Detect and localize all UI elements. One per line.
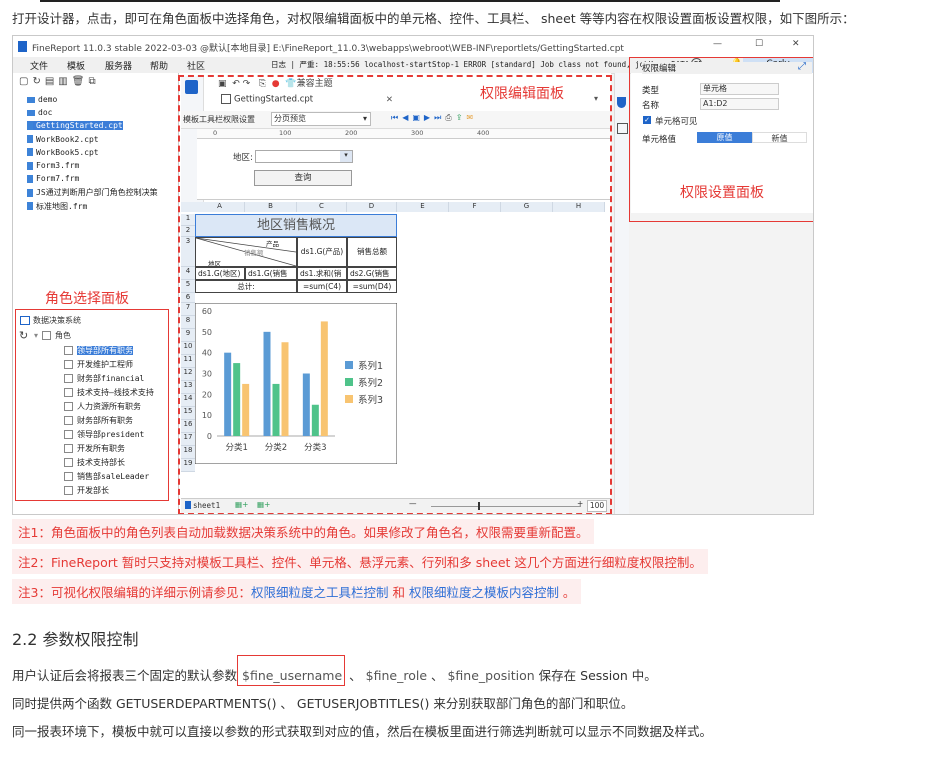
open-icon[interactable]: ▢	[19, 76, 32, 87]
maximize-button[interactable]: ☐	[755, 39, 763, 49]
role-item[interactable]: 财务部financial	[64, 373, 144, 384]
link-toolbar-control[interactable]: 权限细粒度之工具栏控制	[251, 585, 389, 600]
role-checkbox[interactable]	[64, 374, 73, 383]
role-group-checkbox[interactable]	[42, 331, 52, 340]
designer-screenshot: FineReport 11.0.3 stable 2022-03-03 @默认[…	[12, 35, 814, 515]
param-fine-role: $fine_role	[361, 668, 428, 683]
role-group[interactable]: ▾ 角色	[34, 330, 71, 341]
role-checkbox[interactable]	[64, 444, 73, 453]
file-icon	[27, 161, 33, 170]
collapse-icon[interactable]: ▾	[34, 331, 38, 340]
menu-file[interactable]: 文件	[30, 59, 48, 72]
role-item[interactable]: 开发维护工程师	[64, 359, 133, 370]
visible-checkbox[interactable]: ✓	[643, 116, 651, 124]
note-3: 注3：可视化权限编辑的详细示例请参见：权限细粒度之工具栏控制 和 权限细粒度之模…	[12, 579, 582, 604]
top-divider	[40, 0, 780, 2]
role-checkbox[interactable]	[64, 416, 73, 425]
role-item[interactable]: 领导部president	[64, 429, 144, 440]
file-tree-item[interactable]: GettingStarted.cpt	[27, 121, 123, 131]
paragraph-3: 同一报表环境下，模板中就可以直接以参数的形式获取到对应的值，然后在模板里面进行筛…	[12, 724, 713, 739]
role-checkbox[interactable]	[64, 458, 73, 467]
name-label: 名称	[642, 101, 660, 111]
paragraph-1: 用户认证后会将报表三个固定的默认参数 $fine_username 、 $fin…	[12, 655, 657, 686]
file-tree-item[interactable]: WorkBook5.cpt	[27, 148, 99, 157]
name-value: A1:D2	[700, 98, 779, 110]
intro-text: 打开设计器，点击，即可在角色面板中选择角色，对权限编辑面板中的单元格、控件、工具…	[12, 11, 855, 26]
new-icon[interactable]: ▤	[45, 76, 58, 87]
folder-icon	[27, 109, 35, 116]
role-system[interactable]: 数据决策系统	[20, 315, 81, 326]
file-tree-item[interactable]: doc	[27, 108, 52, 117]
copy-icon[interactable]: ⧉	[88, 76, 99, 87]
right-side-strip	[614, 73, 629, 514]
file-tree-item[interactable]: WorkBook2.cpt	[27, 135, 99, 144]
role-panel-label: 角色选择面板	[45, 291, 129, 307]
role-checkbox[interactable]	[64, 346, 73, 355]
role-item[interactable]: 财务部所有职务	[64, 415, 133, 426]
value-label: 单元格值	[642, 135, 677, 145]
role-item[interactable]: 领导部所有职务	[64, 345, 133, 356]
file-tree-item[interactable]: 标准地图.frm	[27, 201, 87, 212]
refresh-icon[interactable]: ↻	[32, 76, 44, 87]
file-icon	[27, 202, 33, 211]
close-button[interactable]: ✕	[792, 39, 800, 49]
permission-panel-label: 权限设置面板	[680, 185, 764, 201]
file-tree-item[interactable]: Form3.frm	[27, 161, 79, 170]
paragraph-2: 同时提供两个函数 GETUSERDEPARTMENTS() 、 GETUSERJ…	[12, 696, 634, 711]
role-item[interactable]: 技术支持部长	[64, 457, 125, 468]
system-icon	[20, 316, 30, 325]
delete-icon[interactable]: 🗑	[72, 76, 89, 87]
original-value-button[interactable]: 原值	[697, 132, 752, 143]
role-checkbox[interactable]	[64, 402, 73, 411]
title-bar: FineReport 11.0.3 stable 2022-03-03 @默认[…	[13, 36, 813, 57]
file-toolbar: ▢↻▤▥🗑⧉	[19, 76, 100, 87]
visible-label: 单元格可见	[655, 117, 698, 127]
app-logo-icon	[18, 41, 27, 52]
param-fine-username: $fine_username	[237, 655, 346, 686]
file-icon	[27, 188, 33, 197]
role-item[interactable]: 开发部长	[64, 485, 109, 496]
edit-panel-outline	[178, 75, 612, 514]
role-checkbox[interactable]	[64, 388, 73, 397]
file-tree-item[interactable]: Form7.frm	[27, 174, 79, 183]
file-icon	[27, 148, 33, 157]
role-checkbox[interactable]	[64, 486, 73, 495]
save-icon[interactable]: ▥	[58, 76, 71, 87]
shield-icon[interactable]	[617, 97, 626, 108]
note-2: 注2：FineReport 暂时只支持对模板工具栏、控件、单元格、悬浮元素、行列…	[12, 549, 708, 574]
role-item[interactable]: 开发所有职务	[64, 443, 125, 454]
file-icon	[27, 135, 33, 144]
edit-panel-label: 权限编辑面板	[480, 86, 564, 102]
role-checkbox[interactable]	[64, 472, 73, 481]
role-panel: 数据决策系统 ▾ 角色 领导部所有职务 开发维护工程师 财务部financial 技术支…	[15, 309, 169, 501]
file-icon	[27, 121, 33, 130]
note-1: 注1：角色面板中的角色列表自动加载数据决策系统中的角色。如果修改了角色名，权限需…	[12, 519, 595, 544]
minimize-button[interactable]: —	[713, 39, 722, 49]
file-icon	[27, 174, 33, 183]
new-value-button[interactable]: 新值	[752, 132, 807, 143]
window-title: FineReport 11.0.3 stable 2022-03-03 @默认[…	[32, 44, 624, 54]
permission-header: 权限编辑	[642, 64, 677, 74]
expand-icon[interactable]: ⤢	[798, 61, 806, 72]
role-checkbox[interactable]	[64, 360, 73, 369]
role-item[interactable]: 销售部saleLeader	[64, 471, 149, 482]
file-tree-item[interactable]: JS通过判断用户部门角色控制决策	[27, 187, 158, 198]
link-template-content-control[interactable]: 权限细粒度之模板内容控制	[409, 585, 559, 600]
folder-icon	[27, 96, 35, 103]
menu-server[interactable]: 服务器	[105, 59, 132, 72]
role-item[interactable]: 技术支持—线技术支持	[64, 387, 154, 398]
panel-icon[interactable]	[617, 123, 628, 134]
file-tree-item[interactable]: demo	[27, 95, 57, 104]
menu-template[interactable]: 模板	[67, 59, 85, 72]
type-value: 单元格	[700, 83, 779, 95]
param-fine-position: $fine_position	[443, 668, 535, 683]
role-checkbox[interactable]	[64, 430, 73, 439]
menu-help[interactable]: 帮助	[150, 59, 168, 72]
menu-community[interactable]: 社区	[187, 59, 205, 72]
section-title: 2.2 参数权限控制	[12, 630, 139, 649]
role-item[interactable]: 人力资源所有职务	[64, 401, 141, 412]
type-label: 类型	[642, 86, 660, 96]
